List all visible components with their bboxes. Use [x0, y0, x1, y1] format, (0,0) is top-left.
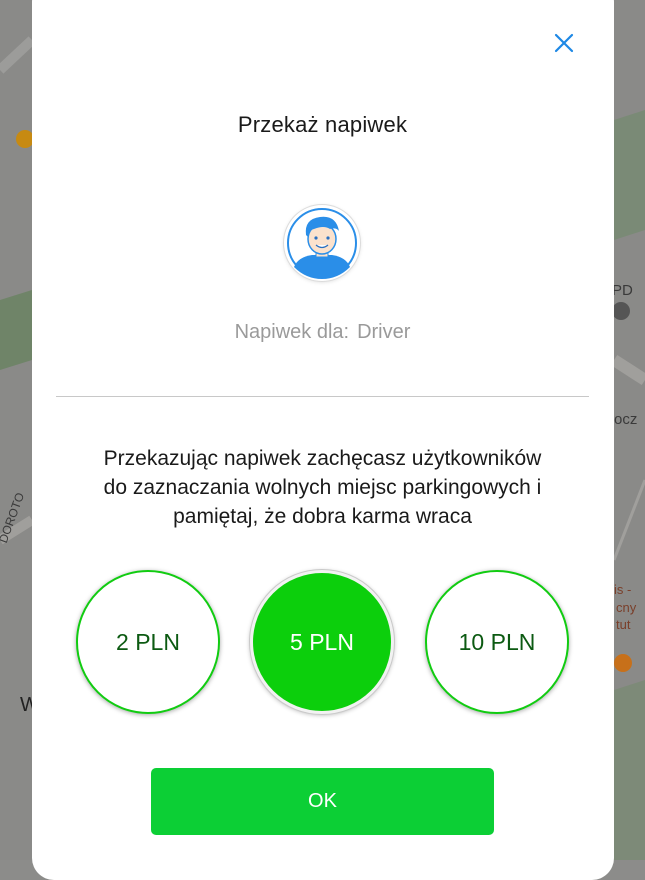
recipient-prefix: Napiwek dla:: [234, 321, 350, 343]
driver-avatar-icon: [284, 205, 360, 281]
message-line: Przekazując napiwek zachęcasz użytkownik…: [103, 447, 542, 470]
map-label: ocz: [614, 411, 638, 428]
message-line: do zaznaczania wolnych miejsc parkingowy…: [103, 476, 542, 499]
ok-button[interactable]: OK: [151, 768, 494, 835]
amount-label: 2 PLN: [116, 628, 180, 655]
amount-option-2-pln[interactable]: 2 PLN: [76, 570, 220, 714]
amount-label: 10 PLN: [458, 628, 536, 655]
message-line: pamiętaj, że dobra karma wraca: [173, 505, 472, 528]
divider: [56, 396, 589, 397]
map-poi-icon[interactable]: [612, 302, 630, 320]
tip-message: Przekazując napiwek zachęcasz użytkownik…: [60, 444, 585, 531]
map-label: tut: [616, 617, 631, 632]
amount-option-10-pln[interactable]: 10 PLN: [425, 570, 569, 714]
map-poi-icon[interactable]: [614, 654, 632, 672]
amount-label: 5 PLN: [290, 628, 354, 655]
map-label: is -: [614, 582, 632, 597]
recipient-line: Napiwek dla: Driver: [0, 321, 645, 344]
dialog-title: Przekaż napiwek: [237, 112, 408, 137]
recipient-name: Driver: [357, 321, 411, 343]
map-label: cny: [616, 600, 637, 615]
amount-option-5-pln-selected[interactable]: 5 PLN: [250, 570, 394, 714]
map-label: PD: [612, 282, 633, 299]
close-icon[interactable]: [551, 30, 577, 56]
